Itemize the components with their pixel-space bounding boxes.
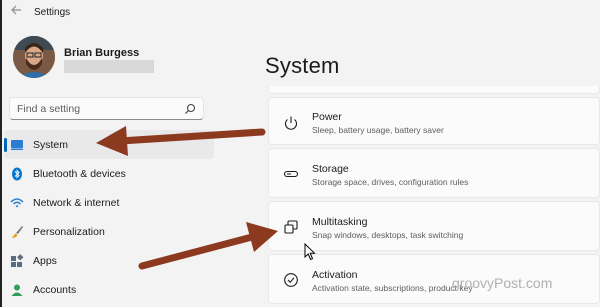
user-photo (13, 36, 55, 78)
mouse-cursor-icon (304, 243, 316, 261)
sidebar-item-label: Network & internet (33, 196, 120, 209)
page-title: System (265, 53, 340, 78)
sidebar-item-label: Personalization (33, 225, 105, 238)
sidebar-item-bluetooth[interactable]: Bluetooth & devices (0, 159, 214, 188)
multitasking-icon (284, 220, 298, 234)
card-subtitle: Sleep, battery usage, battery saver (312, 125, 444, 135)
system-icon (11, 139, 23, 150)
sidebar-item-system[interactable]: System (4, 130, 214, 159)
user-email-redacted (64, 60, 154, 73)
sidebar-item-accounts[interactable]: Accounts (0, 275, 214, 304)
sidebar-nav: System Bluetooth & devices Network & int… (0, 130, 214, 304)
card-subtitle: Storage space, drives, configuration rul… (312, 177, 469, 187)
card-title: Storage (312, 163, 349, 175)
user-name: Brian Burgess (64, 47, 140, 59)
brush-icon (11, 225, 23, 238)
selection-indicator (4, 138, 7, 152)
title-bar: Settings (0, 0, 600, 26)
sidebar-item-personalization[interactable]: Personalization (0, 217, 214, 246)
wifi-icon (10, 197, 24, 207)
watermark: groovyPost.com (452, 275, 553, 291)
sidebar-item-label: System (33, 138, 69, 151)
card-power[interactable]: Power Sleep, battery usage, battery save… (268, 97, 600, 145)
search-box[interactable] (9, 97, 204, 120)
apps-icon (11, 253, 24, 267)
card-title: Multitasking (312, 216, 368, 228)
sidebar-item-label: Bluetooth & devices (33, 167, 126, 180)
card-title: Activation (312, 269, 358, 281)
card-scrolled-edge (268, 86, 600, 94)
card-multitasking[interactable]: Multitasking Snap windows, desktops, tas… (268, 201, 600, 251)
back-arrow-icon (11, 5, 21, 15)
sidebar-item-network[interactable]: Network & internet (0, 188, 214, 217)
search-input[interactable] (17, 101, 177, 116)
sidebar-item-apps[interactable]: Apps (0, 246, 214, 275)
bluetooth-icon (12, 167, 22, 180)
card-subtitle: Activation state, subscriptions, product… (312, 283, 473, 293)
power-icon (285, 116, 297, 130)
sidebar-item-label: Accounts (33, 283, 77, 296)
sidebar-item-label: Apps (33, 254, 57, 267)
accounts-icon (11, 284, 23, 296)
card-storage[interactable]: Storage Storage space, drives, configura… (268, 148, 600, 198)
search-icon[interactable] (184, 103, 196, 115)
card-subtitle: Snap windows, desktops, task switching (312, 230, 464, 240)
storage-icon (283, 170, 299, 178)
avatar[interactable] (13, 36, 55, 78)
back-button[interactable] (8, 4, 24, 20)
activation-icon (284, 273, 298, 287)
card-title: Power (312, 111, 342, 123)
app-title: Settings (34, 7, 71, 18)
